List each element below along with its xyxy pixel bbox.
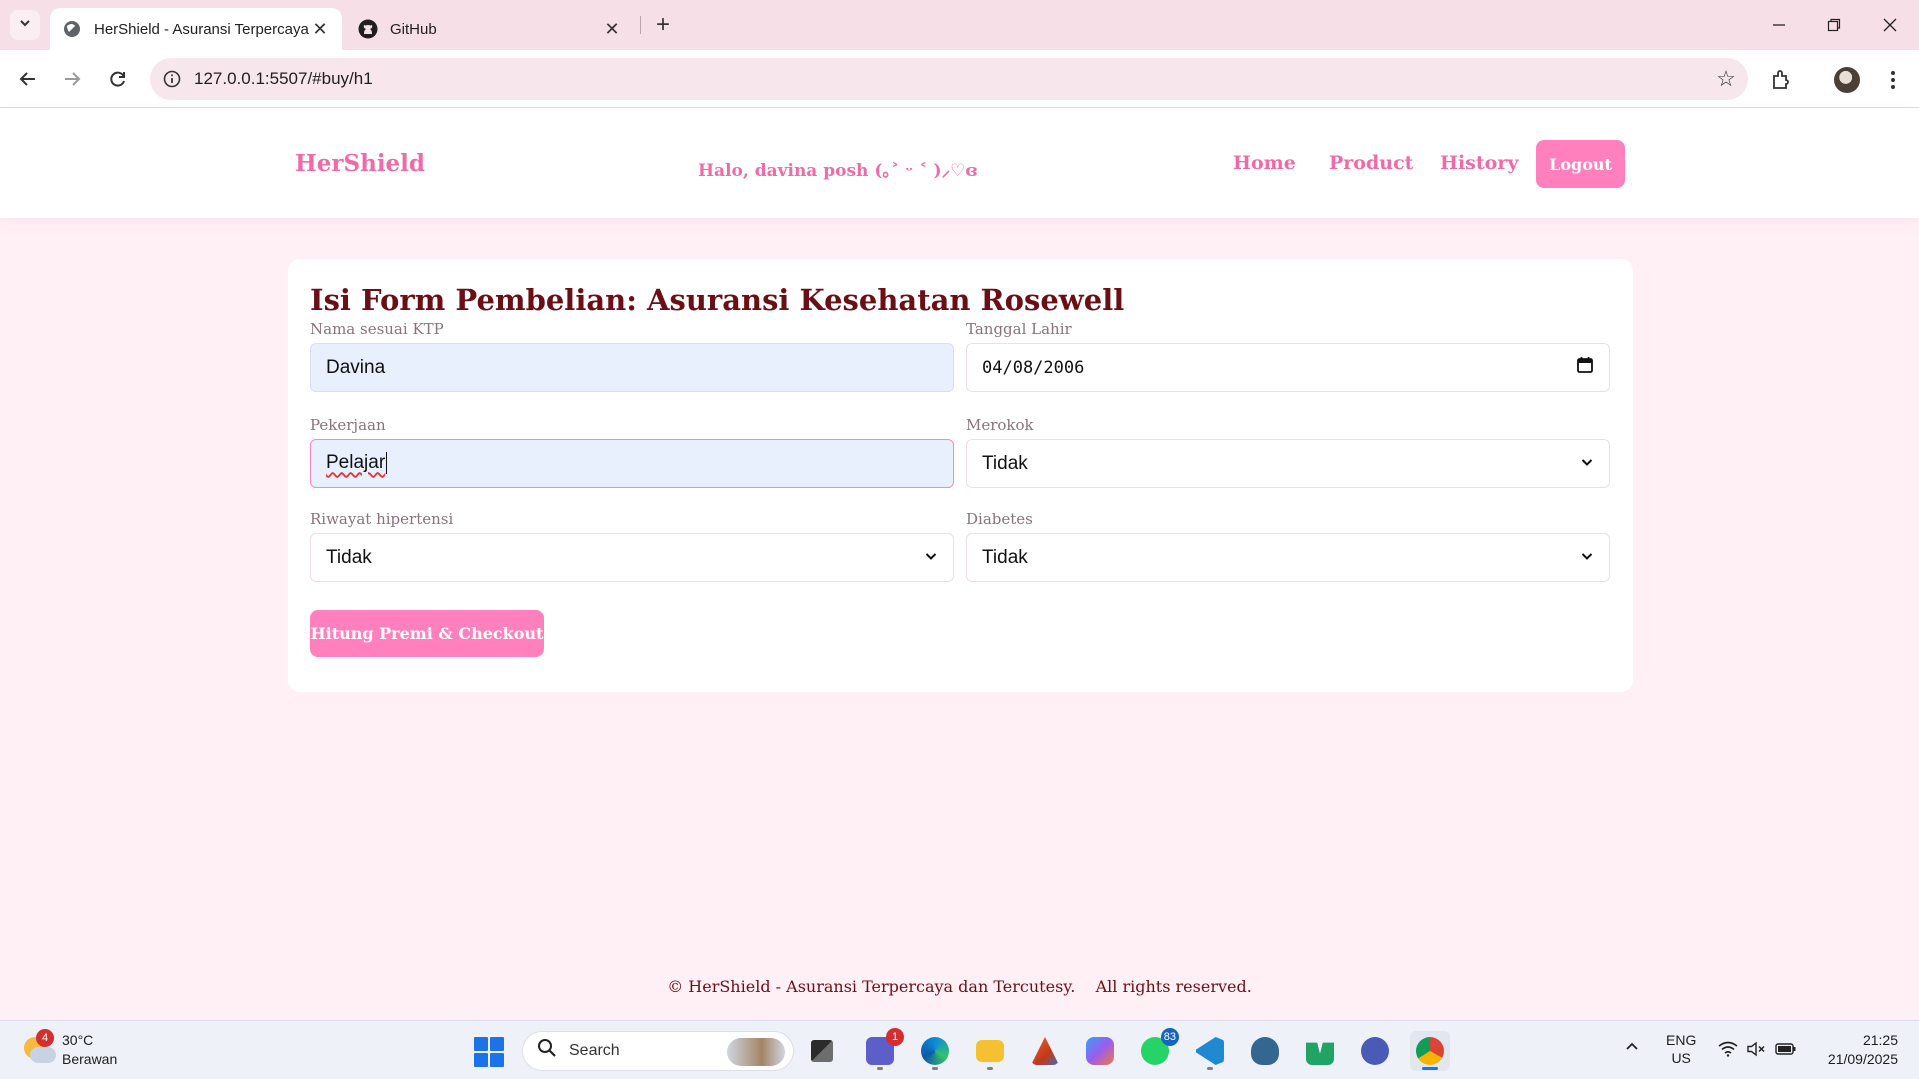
tab-separator: [640, 16, 641, 34]
new-tab-button[interactable]: +: [648, 10, 678, 40]
hipertensi-label: Riwayat hipertensi: [310, 510, 454, 528]
tab-github[interactable]: GitHub ✕: [346, 8, 634, 50]
wifi-icon[interactable]: [1718, 1041, 1738, 1060]
search-icon: [537, 1038, 557, 1064]
chrome-icon[interactable]: [1410, 1031, 1450, 1071]
whatsapp-icon[interactable]: 83: [1135, 1028, 1179, 1071]
teams-icon[interactable]: 1: [860, 1028, 904, 1071]
weather-temp: 30°C: [62, 1032, 94, 1048]
tanggal-lahir-label: Tanggal Lahir: [966, 320, 1072, 338]
browser-toolbar: 127.0.0.1:5507/#buy/h1 ☆: [0, 50, 1919, 108]
close-icon[interactable]: ✕: [310, 19, 330, 39]
postgresql-icon[interactable]: [1245, 1031, 1285, 1071]
tab-hershield[interactable]: HerShield - Asuransi Terpercaya ✕: [50, 8, 342, 50]
eclipse-icon[interactable]: [1355, 1031, 1395, 1071]
edge-icon[interactable]: [915, 1031, 955, 1071]
merokok-select[interactable]: Tidak: [966, 439, 1610, 488]
forward-arrow-icon[interactable]: [54, 61, 90, 97]
task-view-icon[interactable]: [802, 1031, 842, 1071]
volume-muted-icon[interactable]: [1746, 1041, 1766, 1060]
logout-button[interactable]: Logout: [1536, 140, 1625, 188]
extensions-icon[interactable]: [1764, 63, 1798, 97]
os-taskbar: 4 30°C Berawan Search 1 83 ENG US 21:25 …: [0, 1020, 1919, 1079]
tanggal-lahir-value: 04/08/2006: [982, 357, 1085, 378]
url-text: 127.0.0.1:5507/#buy/h1: [194, 69, 373, 88]
minimize-icon[interactable]: [1751, 0, 1807, 50]
form-title: Isi Form Pembelian: Asuransi Kesehatan R…: [310, 283, 1125, 317]
language-line2: US: [1671, 1050, 1691, 1066]
globe-icon: [62, 19, 82, 39]
reload-icon[interactable]: [100, 61, 136, 97]
file-explorer-icon[interactable]: [970, 1031, 1010, 1071]
back-arrow-icon[interactable]: [10, 61, 46, 97]
clock-date: 21/09/2025: [1827, 1051, 1898, 1067]
hipertensi-select[interactable]: Tidak: [310, 533, 954, 582]
chevron-down-icon: [924, 547, 938, 569]
search-highlight-image: [727, 1038, 785, 1066]
nama-input[interactable]: Davina: [310, 343, 954, 392]
nama-value: Davina: [326, 356, 386, 378]
restore-icon[interactable]: [1806, 0, 1862, 50]
tanggal-lahir-input[interactable]: 04/08/2006: [966, 343, 1610, 392]
search-placeholder: Search: [569, 1042, 620, 1059]
window-close-icon[interactable]: [1862, 0, 1918, 50]
vscode-icon[interactable]: [1190, 1031, 1230, 1071]
clock[interactable]: 21:25 21/09/2025: [1818, 1031, 1898, 1069]
chevron-down-icon: [1580, 453, 1594, 475]
teams-badge: 1: [886, 1028, 904, 1046]
language-indicator[interactable]: ENG US: [1666, 1031, 1696, 1067]
tab-title: HerShield - Asuransi Terpercaya: [94, 20, 309, 38]
purchase-form-card: Isi Form Pembelian: Asuransi Kesehatan R…: [288, 259, 1633, 692]
nama-label: Nama sesuai KTP: [310, 320, 444, 338]
checkout-button[interactable]: Hitung Premi & Checkout: [310, 610, 544, 657]
site-header: HerShield Halo, davina posh (｡˃ ᵕ ˂ )⸝♡ɞ…: [0, 108, 1919, 218]
nav-product[interactable]: Product: [1329, 152, 1413, 174]
pekerjaan-value: Pelajar: [326, 452, 386, 474]
pekerjaan-input[interactable]: Pelajar: [310, 439, 954, 488]
diabetes-select[interactable]: Tidak: [966, 533, 1610, 582]
bookmark-star-icon[interactable]: ☆: [1704, 66, 1748, 92]
weather-badge: 4: [36, 1029, 54, 1047]
whatsapp-badge: 83: [1160, 1028, 1179, 1046]
windows-start-icon[interactable]: [474, 1037, 504, 1067]
nav-home[interactable]: Home: [1233, 152, 1296, 174]
matlab-icon[interactable]: [1025, 1031, 1065, 1071]
diabetes-value: Tidak: [982, 546, 1028, 568]
site-info-icon[interactable]: [150, 70, 194, 88]
site-footer: © HerShield - Asuransi Terpercaya dan Te…: [667, 977, 1252, 996]
brand-logo[interactable]: HerShield: [295, 150, 425, 177]
profile-avatar[interactable]: [1830, 63, 1864, 97]
weather-widget[interactable]: 4 30°C Berawan: [22, 1029, 118, 1069]
weather-cloud-sun-icon: 4: [22, 1029, 56, 1067]
address-bar[interactable]: 127.0.0.1:5507/#buy/h1 ☆: [150, 58, 1748, 100]
copilot-icon[interactable]: [1080, 1031, 1120, 1071]
page-viewport: HerShield Halo, davina posh (｡˃ ᵕ ˂ )⸝♡ɞ…: [0, 108, 1919, 1020]
calendar-icon[interactable]: [1576, 356, 1594, 380]
hipertensi-value: Tidak: [326, 546, 372, 568]
diabetes-label: Diabetes: [966, 510, 1033, 528]
pekerjaan-label: Pekerjaan: [310, 416, 386, 434]
tab-title: GitHub: [390, 20, 437, 38]
user-greeting: Halo, davina posh (｡˃ ᵕ ˂ )⸝♡ɞ: [698, 161, 978, 181]
language-line1: ENG: [1666, 1032, 1697, 1048]
more-menu-icon[interactable]: [1876, 63, 1910, 97]
weather-condition: Berawan: [62, 1051, 118, 1067]
taskbar-search[interactable]: Search: [522, 1031, 794, 1071]
github-icon: [358, 19, 378, 39]
chevron-down-icon: [1580, 547, 1594, 569]
merokok-value: Tidak: [982, 452, 1028, 474]
merokok-label: Merokok: [966, 416, 1034, 434]
tab-search-button[interactable]: [10, 10, 40, 40]
close-icon[interactable]: ✕: [602, 19, 622, 39]
chevron-down-icon: [18, 16, 32, 35]
nav-history[interactable]: History: [1440, 152, 1518, 174]
text-caret: [386, 452, 388, 475]
clock-time: 21:25: [1862, 1032, 1898, 1048]
battery-icon[interactable]: [1775, 1042, 1797, 1059]
browser-tabstrip: HerShield - Asuransi Terpercaya ✕ GitHub…: [0, 0, 1919, 50]
tray-overflow-icon[interactable]: [1624, 1039, 1640, 1058]
visual-studio-icon[interactable]: [1300, 1031, 1340, 1071]
